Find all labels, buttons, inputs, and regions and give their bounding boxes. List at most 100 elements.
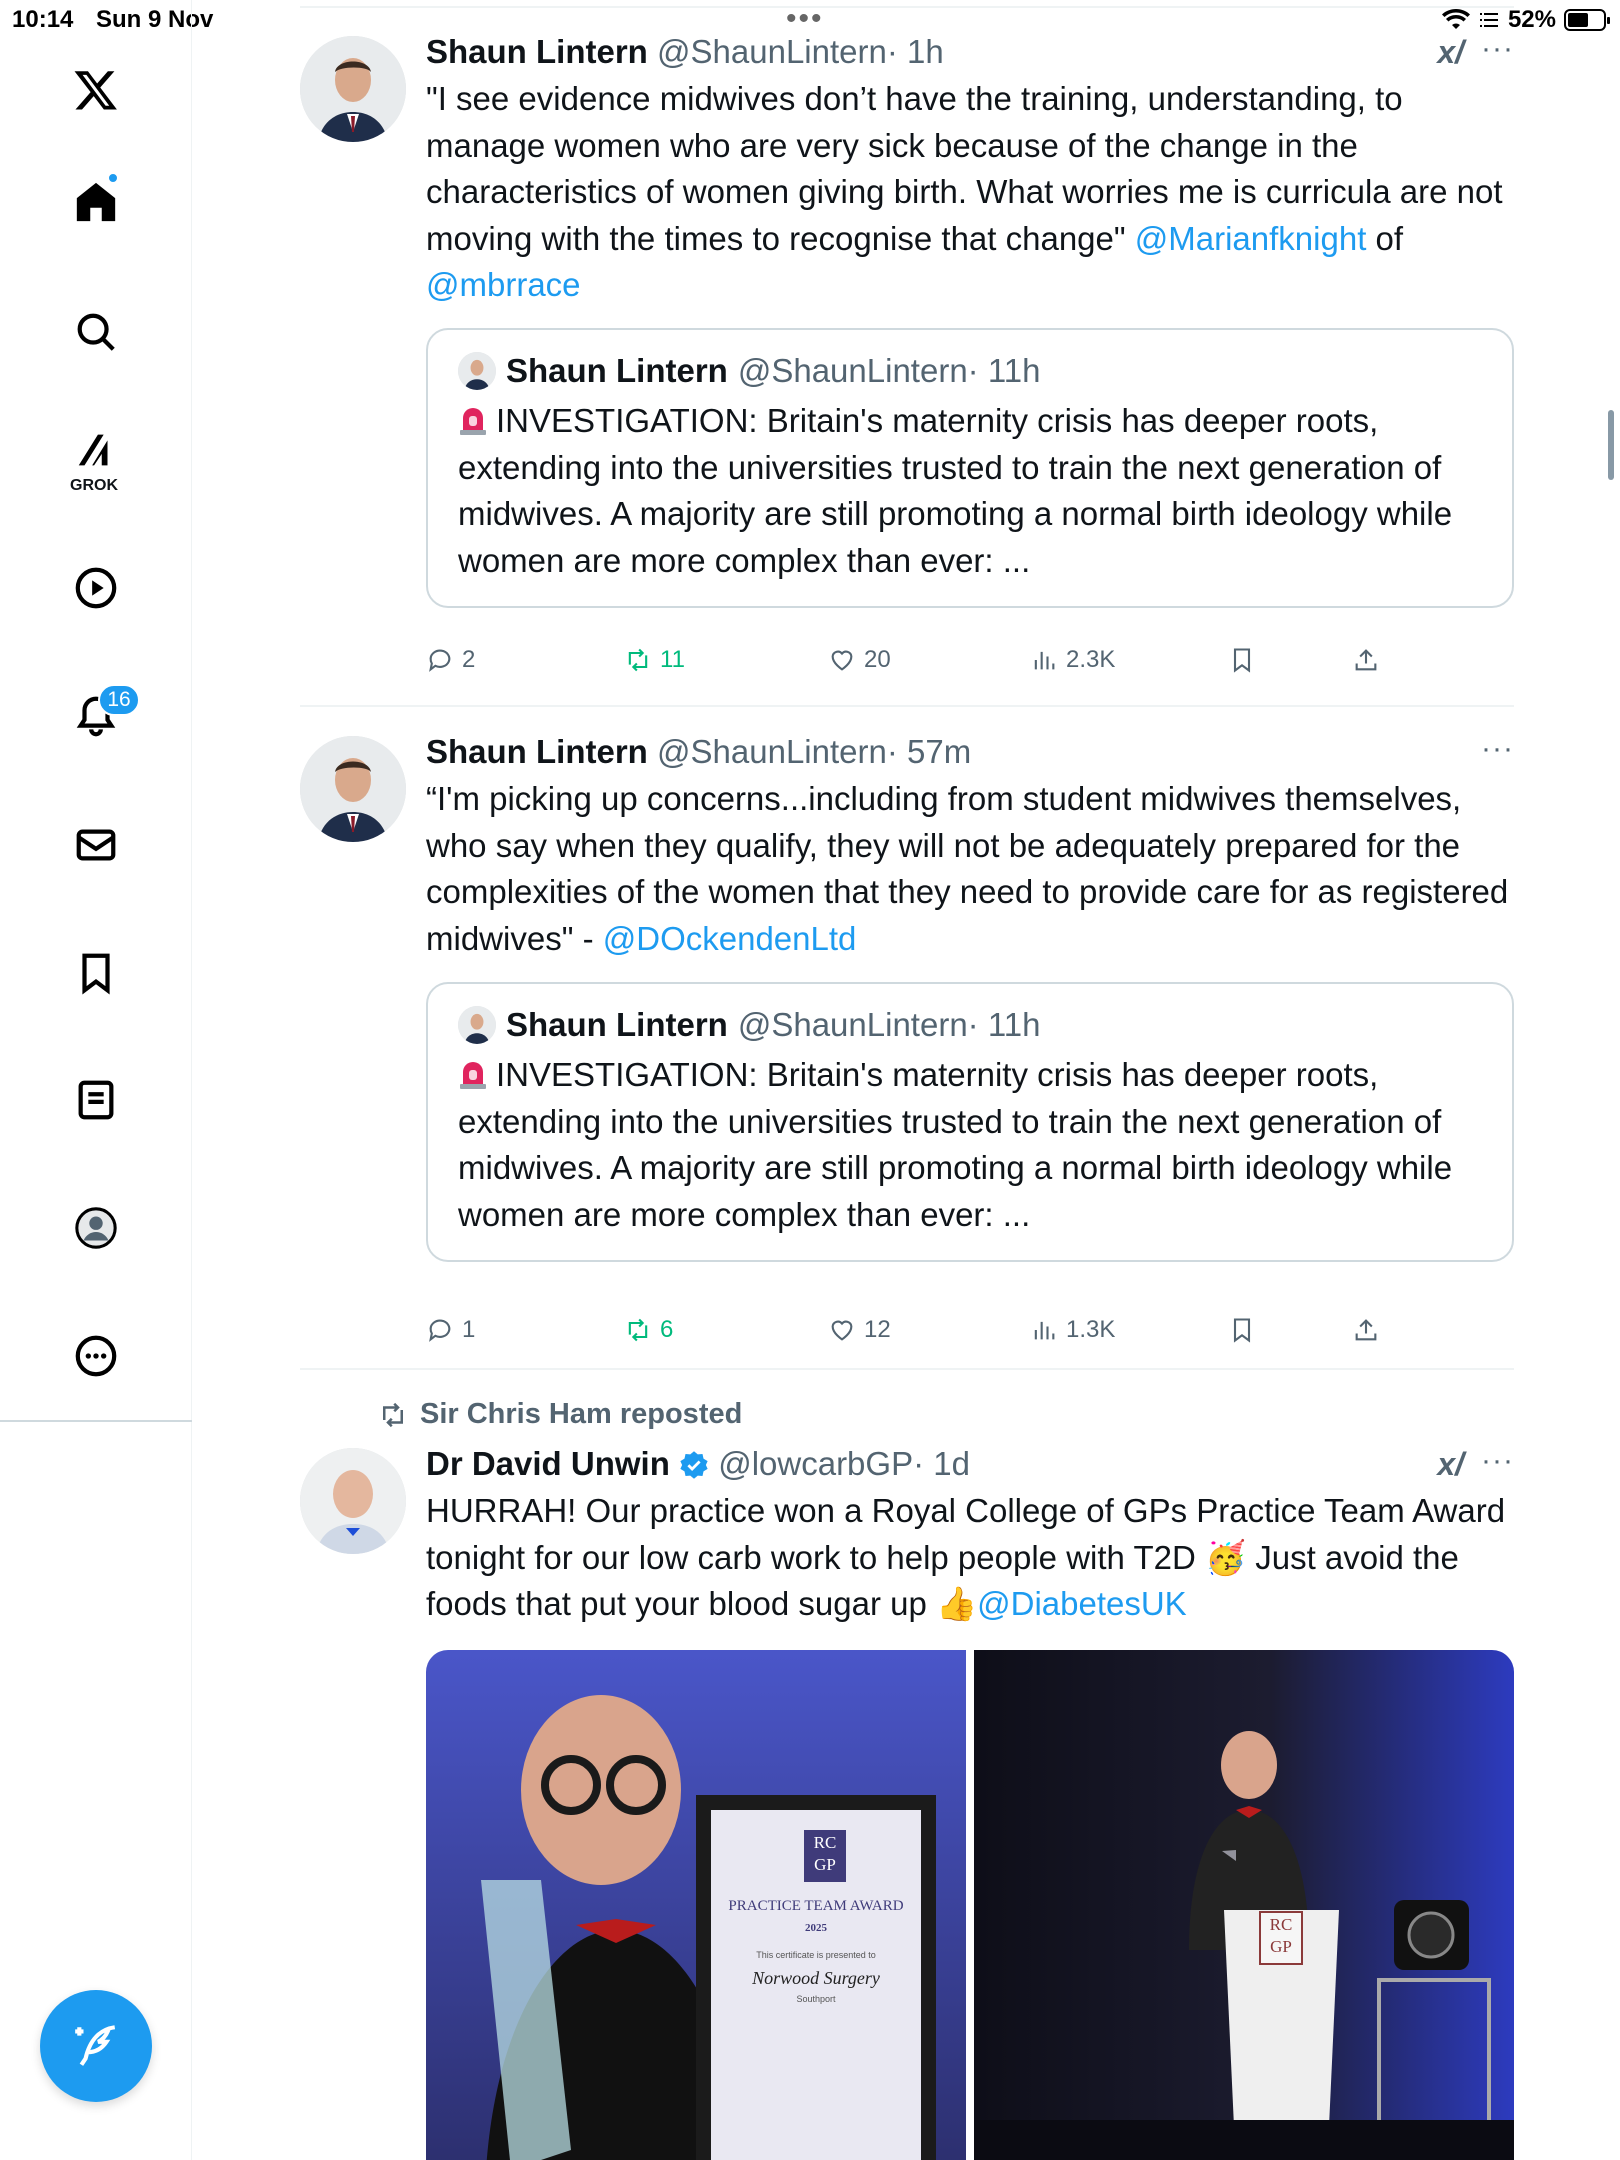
tweet-actions: 1 6 12 1.3K (426, 1316, 1426, 1356)
quote-header: Shaun Lintern @ShaunLintern · 11h (458, 1006, 1482, 1044)
photo-award-certificate[interactable]: RC GP PRACTICE TEAM AWARD 2025 This cert… (426, 1650, 966, 2160)
reply-button[interactable]: 2 (426, 646, 475, 674)
feed-top-border (300, 6, 1514, 8)
more-options-icon[interactable]: ··· (1481, 732, 1514, 766)
video-play-icon[interactable] (66, 558, 126, 618)
more-circle-icon[interactable] (66, 1326, 126, 1386)
author-name[interactable]: Shaun Lintern (426, 733, 648, 770)
views-chart-icon (1034, 1321, 1055, 1340)
grok-explain-icon[interactable]: x/ (1437, 34, 1464, 71)
quote-tweet[interactable]: Shaun Lintern @ShaunLintern · 11h INVESTI… (426, 982, 1514, 1262)
quote-tweet[interactable]: Shaun Lintern @ShaunLintern · 11h INVESTI… (426, 328, 1514, 608)
quote-author-handle: @ShaunLintern (737, 1006, 968, 1043)
podium-logo: RC GP (1269, 1915, 1293, 1956)
tweet-time[interactable]: · 1d (913, 1445, 970, 1482)
certificate-logo: RC GP (813, 1833, 837, 1874)
author-name[interactable]: Shaun Lintern (426, 33, 648, 70)
certificate-recipient: Norwood Surgery (752, 1968, 880, 1988)
search-icon[interactable] (66, 302, 126, 362)
tweet-body: Shaun Lintern @ShaunLintern· 1h x/ ··· "… (426, 32, 1514, 309)
tweet-time[interactable]: · 57m (887, 733, 971, 770)
quote-time: · 11h (967, 352, 1041, 389)
more-options-icon[interactable]: ··· (1481, 32, 1514, 66)
tweet-time[interactable]: · 1h (887, 33, 944, 70)
grok-label: GROK (70, 477, 118, 494)
author-handle[interactable]: @ShaunLintern (657, 733, 887, 770)
views-button[interactable]: 1.3K (1030, 1316, 1115, 1344)
avatar[interactable] (300, 36, 406, 142)
orientation-lock-icon (1479, 13, 1498, 27)
bookmark-button[interactable] (1228, 1316, 1256, 1344)
quote-text-content: INVESTIGATION: Britain's maternity crisi… (458, 402, 1453, 579)
tweet-actions: 2 11 20 2.3K (426, 646, 1426, 686)
quote-text: INVESTIGATION: Britain's maternity crisi… (458, 398, 1482, 584)
certificate-presented: This certificate is presented to (756, 1950, 876, 1960)
sidebar-divider (0, 1420, 192, 1422)
notifications-badge: 16 (98, 684, 140, 716)
verified-badge-icon (680, 1451, 708, 1479)
avatar[interactable] (300, 1448, 406, 1554)
share-button[interactable] (1352, 646, 1380, 674)
tweet-header: Shaun Lintern @ShaunLintern· 57m (426, 732, 1514, 772)
author-handle[interactable]: @ShaunLintern (657, 33, 887, 70)
quote-header: Shaun Lintern @ShaunLintern · 11h (458, 352, 1482, 390)
tweet-media[interactable]: RC GP PRACTICE TEAM AWARD 2025 This cert… (426, 1650, 1514, 2160)
battery-icon (1564, 9, 1610, 31)
reply-icon (429, 649, 451, 672)
author-name[interactable]: Dr David Unwin (426, 1445, 670, 1482)
quote-author-handle: @ShaunLintern (737, 352, 968, 389)
view-count: 2.3K (1066, 646, 1116, 673)
like-button[interactable]: 20 (828, 646, 891, 674)
quote-text-content: INVESTIGATION: Britain's maternity crisi… (458, 1056, 1453, 1233)
avatar[interactable] (300, 736, 406, 842)
reply-button[interactable]: 1 (426, 1316, 475, 1344)
photo-podium-speech[interactable]: RC GP (974, 1650, 1514, 2160)
profile-icon[interactable] (66, 1198, 126, 1258)
tweet-text: “I'm picking up concerns...including fro… (426, 776, 1514, 962)
mention-link[interactable]: @DiabetesUK (977, 1585, 1187, 1622)
mail-icon[interactable] (66, 815, 126, 875)
heart-icon (831, 1320, 853, 1341)
mention-link[interactable]: @DOckendenLtd (603, 920, 857, 957)
tweet-text-main: “I'm picking up concerns...including fro… (426, 780, 1509, 957)
bookmark-icon (1233, 648, 1251, 673)
certificate-year: 2025 (805, 1922, 827, 1934)
share-button[interactable] (1352, 1316, 1380, 1344)
quote-text: INVESTIGATION: Britain's maternity crisi… (458, 1052, 1482, 1238)
views-button[interactable]: 2.3K (1030, 646, 1115, 674)
scrollbar-thumb[interactable] (1608, 410, 1614, 480)
grok-explain-icon[interactable]: x/ (1437, 1446, 1464, 1483)
view-count: 1.3K (1066, 1316, 1116, 1343)
compose-button[interactable] (40, 1990, 152, 2102)
bookmark-icon (1233, 1318, 1251, 1343)
battery-percent: 52% (1507, 6, 1556, 33)
x-logo-icon[interactable] (66, 60, 126, 120)
author-handle[interactable]: @lowcarbGP (718, 1445, 913, 1482)
bookmark-button[interactable] (1228, 646, 1256, 674)
mention-link[interactable]: @mbrrace (426, 266, 581, 303)
views-chart-icon (1034, 651, 1055, 670)
quote-avatar (458, 352, 496, 390)
tweet-text-main: HURRAH! Our practice won a Royal College… (426, 1492, 1506, 1622)
repost-icon (383, 1402, 403, 1427)
like-count: 12 (864, 1316, 891, 1343)
more-options-icon[interactable]: ··· (1481, 1444, 1514, 1478)
grok-icon[interactable] (66, 420, 126, 480)
siren-icon (460, 1062, 486, 1089)
certificate-title: PRACTICE TEAM AWARD (728, 1898, 904, 1914)
repost-button[interactable]: 11 (624, 646, 685, 674)
repost-context[interactable]: Sir Chris Ham reposted (378, 1398, 742, 1431)
tweet-header: Shaun Lintern @ShaunLintern· 1h (426, 32, 1514, 72)
repost-count: 6 (660, 1316, 674, 1343)
quote-time: · 11h (967, 1006, 1041, 1043)
wifi-icon (1441, 9, 1470, 29)
repost-button[interactable]: 6 (624, 1316, 673, 1344)
like-button[interactable]: 12 (828, 1316, 891, 1344)
tweet-body: Shaun Lintern @ShaunLintern· 57m ··· “I'… (426, 732, 1514, 962)
tweet-divider (300, 1368, 1514, 1370)
quote-author-name: Shaun Lintern (506, 352, 728, 389)
tweet-text-mid: of (1366, 219, 1404, 257)
list-icon[interactable] (66, 1070, 126, 1130)
mention-link[interactable]: @Marianfknight (1135, 220, 1367, 257)
bookmark-icon[interactable] (66, 943, 126, 1003)
